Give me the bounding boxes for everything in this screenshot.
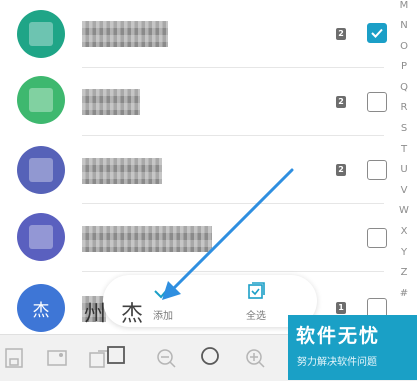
watermark-logo: 软件无忧 努力解决软件问题	[288, 315, 417, 380]
watermark-subtitle: 努力解决软件问题	[297, 357, 377, 368]
watermark-title: 软件无忧	[296, 325, 381, 347]
